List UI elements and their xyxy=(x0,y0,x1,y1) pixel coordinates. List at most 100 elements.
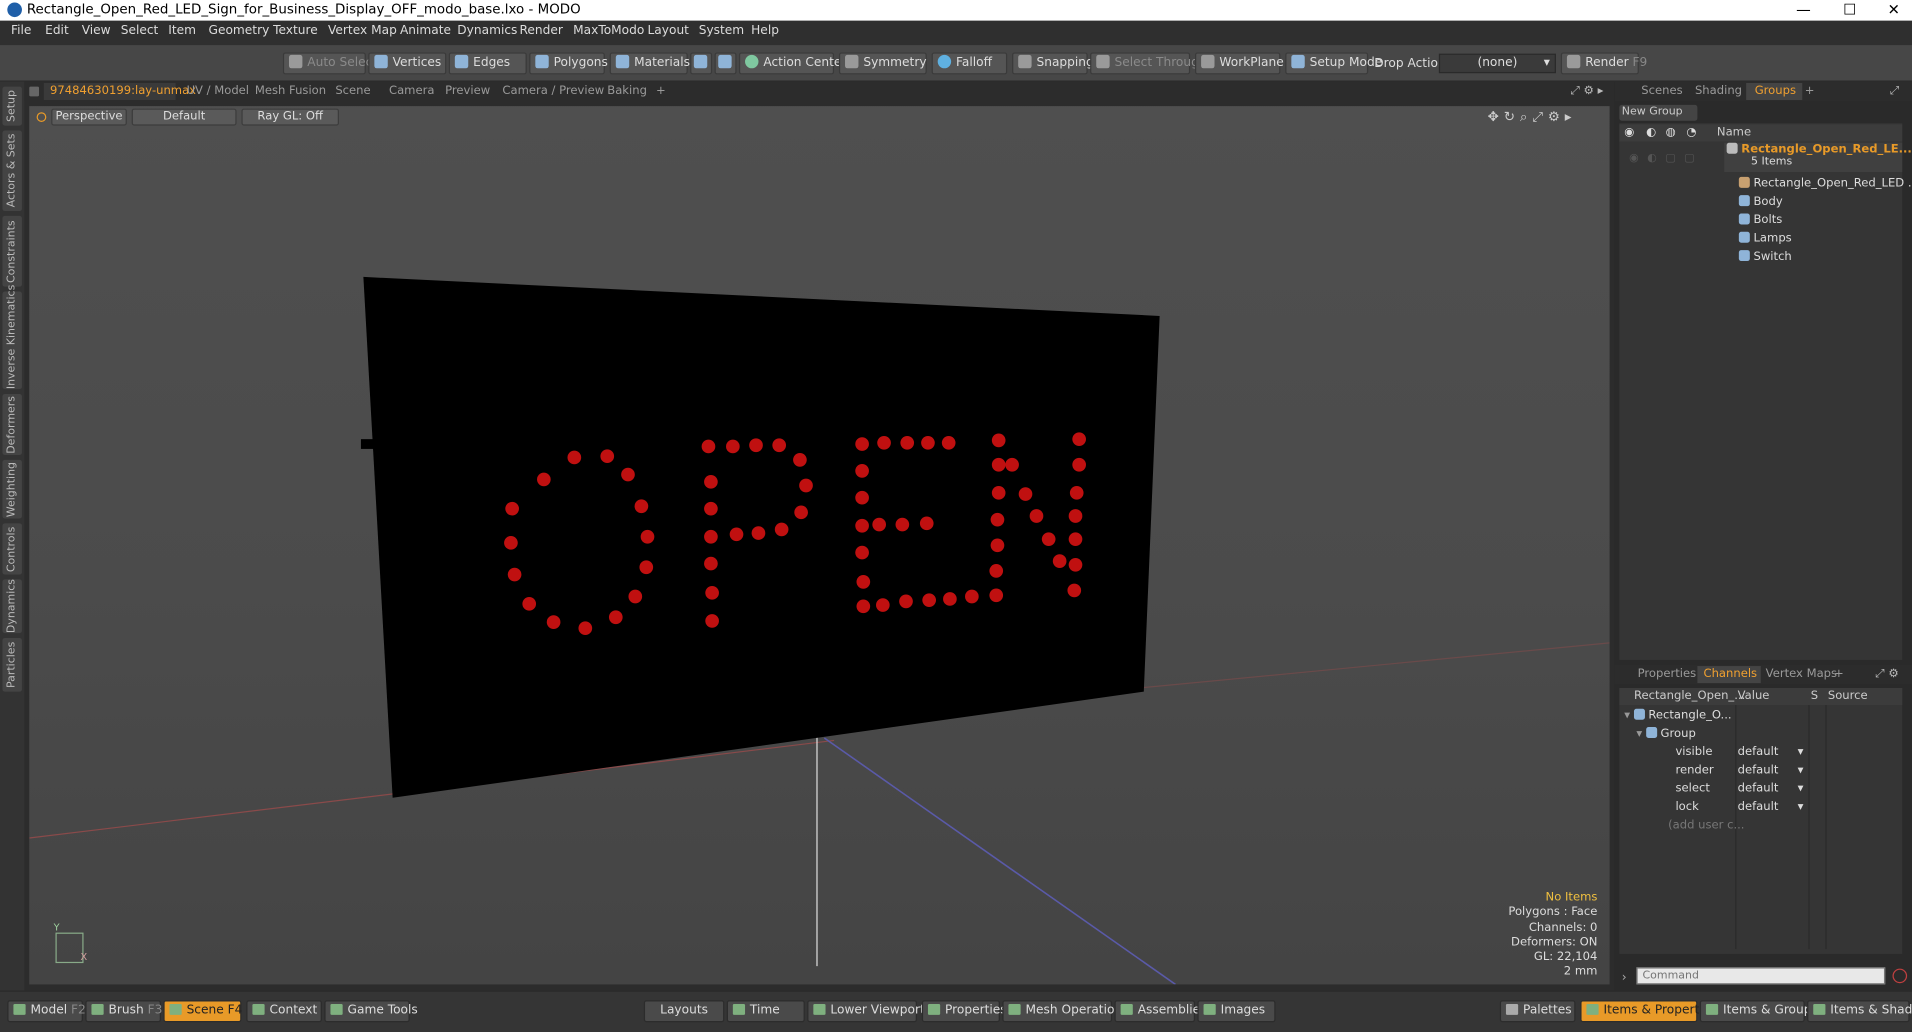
menu-vertex-map[interactable]: Vertex Map xyxy=(328,24,397,37)
falloff-button[interactable]: Falloff xyxy=(931,52,1008,75)
snapping-button[interactable]: Snapping xyxy=(1012,52,1094,75)
expand-panel-icon[interactable]: ⤢ xyxy=(1890,84,1899,97)
tab-camera[interactable]: Camera xyxy=(389,84,434,97)
list-item[interactable]: Switch xyxy=(1738,248,1902,266)
menu-animate[interactable]: Animate xyxy=(400,24,451,37)
channel-value-dropdown[interactable]: default ▾ xyxy=(1738,761,1806,779)
add-props-tab-button[interactable]: + xyxy=(1834,667,1844,680)
game-tools-layout-button[interactable]: Game Tools xyxy=(324,1000,418,1023)
eye-column-icon[interactable]: ◉ xyxy=(1624,124,1634,141)
tab-scene[interactable]: Scene xyxy=(335,84,370,97)
tab-scenes[interactable]: Scenes xyxy=(1641,84,1682,97)
menu-view[interactable]: View xyxy=(82,24,111,37)
lock-column-icon[interactable]: ◔ xyxy=(1686,124,1696,141)
tab-dynamics[interactable]: Dynamics xyxy=(2,579,22,634)
menu-dynamics[interactable]: Dynamics xyxy=(457,24,517,37)
lower-viewports-button[interactable]: Lower Viewports xyxy=(807,1000,931,1023)
palettes-button[interactable]: Palettes xyxy=(1499,1000,1576,1023)
menu-file[interactable]: File xyxy=(11,24,31,37)
tab-baking[interactable]: Baking xyxy=(607,84,647,97)
new-group-button[interactable]: New Group xyxy=(1619,104,1698,121)
list-item[interactable]: Lamps xyxy=(1738,229,1902,247)
list-item[interactable]: Body xyxy=(1738,193,1902,211)
menu-item[interactable]: Item xyxy=(168,24,196,37)
polygons-button[interactable]: Polygons xyxy=(529,52,608,75)
workplane-button[interactable]: WorkPlane xyxy=(1195,52,1284,75)
scene-layout-button[interactable]: Scene F4 xyxy=(163,1000,242,1023)
tab-particles[interactable]: Particles xyxy=(2,637,22,692)
menu-system[interactable]: System xyxy=(699,24,744,37)
list-item[interactable]: Bolts xyxy=(1738,211,1902,229)
pivot-mode-button[interactable] xyxy=(714,52,737,75)
tab-weighting[interactable]: Weighting xyxy=(2,459,22,519)
tab-layout-unmax[interactable]: 97484630199:lay-unmax xyxy=(50,84,196,97)
group-row-toggles[interactable]: ◉◐▢▢ xyxy=(1629,152,1702,164)
close-button[interactable]: ✕ xyxy=(1875,0,1912,21)
model-layout-button[interactable]: Model F2 xyxy=(7,1000,86,1023)
item-mode-button[interactable] xyxy=(690,52,713,75)
command-input[interactable] xyxy=(1636,967,1886,985)
maximize-view-icon[interactable]: ⤢ ⚙ ▸ xyxy=(1571,84,1604,97)
tab-channels[interactable]: Channels xyxy=(1703,667,1757,680)
command-history-icon[interactable] xyxy=(1892,968,1908,984)
brush-layout-button[interactable]: Brush F3 xyxy=(85,1000,162,1023)
menu-select[interactable]: Select xyxy=(121,24,159,37)
tab-constraints[interactable]: Constraints xyxy=(2,215,22,287)
menu-geometry[interactable]: Geometry xyxy=(209,24,270,37)
add-tab-button[interactable]: + xyxy=(656,84,666,97)
auto-select-button[interactable]: Auto Select xyxy=(282,52,377,75)
assemblies-button[interactable]: Assemblies xyxy=(1114,1000,1206,1023)
symmetry-button[interactable]: Symmetry xyxy=(838,52,927,75)
channel-value-dropdown[interactable]: default ▾ xyxy=(1738,779,1806,797)
tab-properties[interactable]: Properties xyxy=(1638,667,1697,680)
channels-root-row[interactable]: ▾ Rectangle_O... xyxy=(1624,706,1732,724)
tab-actors-sets[interactable]: Actors & Sets xyxy=(2,130,22,212)
group-row[interactable]: Rectangle_Open_Red_LE... 5 Items xyxy=(1724,142,1912,172)
items-groups-button[interactable]: Items & Groups xyxy=(1699,1000,1818,1023)
drop-action-dropdown[interactable]: (none) ▾ xyxy=(1438,53,1556,74)
tab-camera-preview[interactable]: Camera / Preview xyxy=(502,84,604,97)
render-button[interactable]: Render F9 xyxy=(1560,52,1647,75)
tab-uv-model[interactable]: UV / Model xyxy=(187,84,249,97)
3d-viewport[interactable]: Perspective Default Ray GL: Off ✥↻⌕⤢⚙▸ Y… xyxy=(29,106,1610,985)
action-center-button[interactable]: Action Center xyxy=(738,52,846,75)
menu-render[interactable]: Render xyxy=(519,24,562,37)
vertices-button[interactable]: Vertices xyxy=(368,52,447,75)
edges-button[interactable]: Edges xyxy=(448,52,527,75)
channel-value-dropdown[interactable]: default ▾ xyxy=(1738,798,1806,816)
mesh-operations-button[interactable]: Mesh Operations xyxy=(1002,1000,1129,1023)
tab-deformers[interactable]: Deformers xyxy=(2,394,22,456)
add-user-channel[interactable]: (add user c... xyxy=(1668,816,1744,834)
tab-vertex-maps[interactable]: Vertex Maps xyxy=(1766,667,1837,680)
tab-mesh-fusion[interactable]: Mesh Fusion xyxy=(255,84,326,97)
props-expand-icon[interactable]: ⤢ ⚙ xyxy=(1875,667,1898,680)
setup-mode-button[interactable]: Setup Mode xyxy=(1285,52,1382,75)
tab-controls[interactable]: Controls xyxy=(2,523,22,575)
menu-maxtomodo[interactable]: MaxToModo xyxy=(573,24,644,37)
menu-help[interactable]: Help xyxy=(751,24,779,37)
select-through-button[interactable]: Select Through xyxy=(1090,52,1207,75)
tab-setup[interactable]: Setup xyxy=(2,86,22,126)
minimize-button[interactable]: — xyxy=(1785,0,1822,21)
time-button[interactable]: Time xyxy=(726,1000,805,1023)
list-item[interactable]: Rectangle_Open_Red_LED ... xyxy=(1738,174,1912,192)
materials-button[interactable]: Materials xyxy=(609,52,690,75)
menu-layout[interactable]: Layout xyxy=(647,24,688,37)
items-shading-button[interactable]: Items & Shading xyxy=(1807,1000,1912,1023)
images-button[interactable]: Images xyxy=(1197,1000,1276,1023)
tab-groups[interactable]: Groups xyxy=(1755,84,1796,97)
menu-texture[interactable]: Texture xyxy=(273,24,318,37)
select-column-icon[interactable]: ◍ xyxy=(1666,124,1676,141)
tab-shading[interactable]: Shading xyxy=(1695,84,1742,97)
render-column-icon[interactable]: ◐ xyxy=(1646,124,1656,141)
items-properties-button[interactable]: Items & Properties xyxy=(1580,1000,1716,1023)
tab-menu-icon[interactable] xyxy=(29,86,40,97)
tab-preview[interactable]: Preview xyxy=(445,84,490,97)
add-scene-tab-button[interactable]: + xyxy=(1805,84,1815,97)
properties-button[interactable]: Properties xyxy=(921,1000,1007,1023)
channel-value-dropdown[interactable]: default ▾ xyxy=(1738,743,1806,761)
maximize-button[interactable]: ☐ xyxy=(1832,0,1869,21)
tab-inverse-kinematics[interactable]: Inverse Kinematics xyxy=(2,285,22,390)
channels-group-row[interactable]: ▾ Group xyxy=(1636,725,1696,743)
menu-edit[interactable]: Edit xyxy=(45,24,69,37)
